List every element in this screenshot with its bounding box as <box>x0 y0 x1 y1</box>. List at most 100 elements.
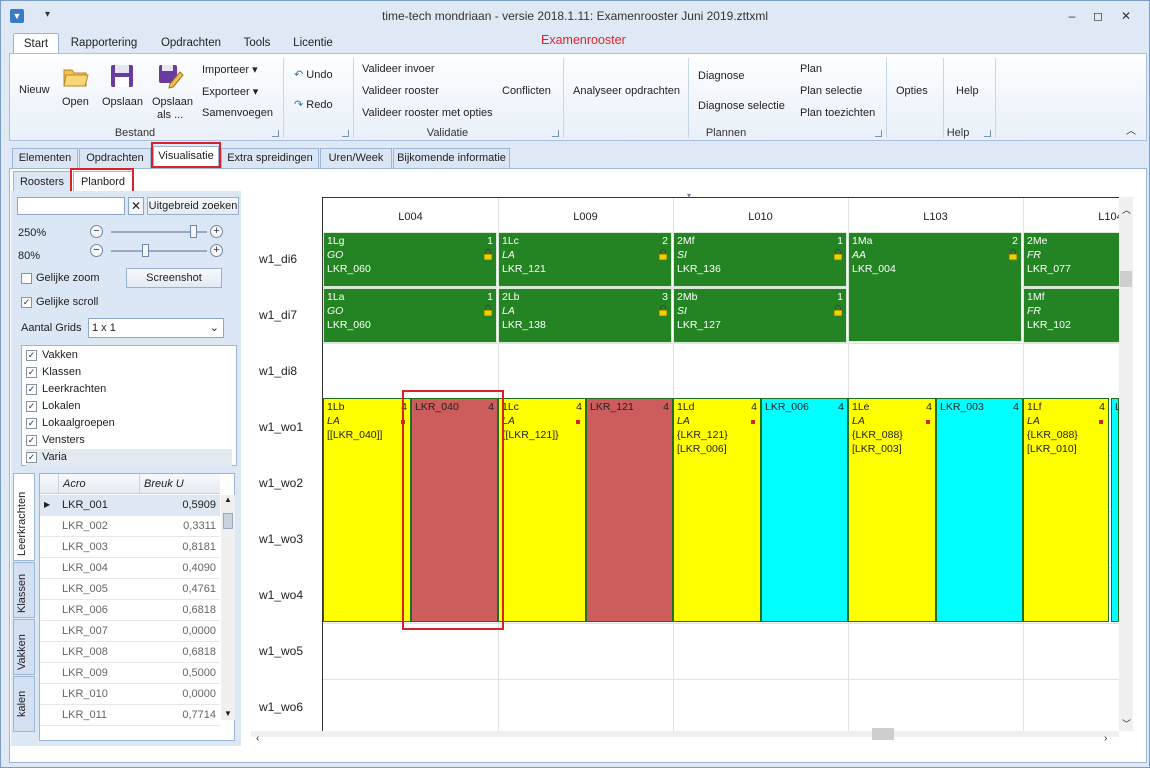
schedule-block[interactable]: 1Le 4 LA {LKR_088} [LKR_003] <box>848 398 936 622</box>
layer-item[interactable]: ✓ Lokaalgroepen <box>26 415 232 432</box>
zoom-in-icon[interactable]: + <box>210 225 223 238</box>
tab-opdrachten[interactable]: Opdrachten <box>79 148 151 168</box>
schedule-block[interactable]: LKR_121 4 <box>586 398 673 622</box>
validate-options-button[interactable]: Valideer rooster met opties <box>362 107 493 119</box>
column-header[interactable]: L010 <box>673 211 848 223</box>
row-header[interactable]: w1_wo4 <box>259 588 303 602</box>
column-header[interactable]: L009 <box>498 211 673 223</box>
zoom-slider-2[interactable] <box>111 250 207 252</box>
column-header[interactable]: L004 <box>323 211 498 223</box>
scroll-down-icon[interactable]: ▼ <box>224 709 232 718</box>
plan-button[interactable]: Plan <box>800 63 822 75</box>
layer-item[interactable]: ✓ Vakken <box>26 347 232 364</box>
schedule-block[interactable]: 1Lc 4 LA {[LKR_121]} <box>498 398 586 622</box>
tab-extra-spreidingen[interactable]: Extra spreidingen <box>221 148 319 168</box>
clear-search-button[interactable]: ✕ <box>128 197 144 215</box>
plan-selection-button[interactable]: Plan selectie <box>800 85 862 97</box>
layer-item[interactable]: ✓ Leerkrachten <box>26 381 232 398</box>
collapse-ribbon-icon[interactable]: ︿ <box>1126 122 1136 137</box>
schedule-block[interactable]: 1Ma 2 AA LKR_004 <box>848 232 1022 342</box>
dialog-launcher-icon[interactable] <box>272 130 279 137</box>
column-header[interactable]: L103 <box>848 211 1023 223</box>
ribbon-tab-licentie[interactable]: Licentie <box>289 33 337 53</box>
validate-input-button[interactable]: Valideer invoer <box>362 63 435 75</box>
subtab-roosters[interactable]: Roosters <box>13 171 71 192</box>
row-header[interactable]: w1_wo3 <box>259 532 303 546</box>
schedule-block[interactable]: 1Lc 2 LA LKR_121 <box>498 232 672 287</box>
import-button[interactable]: Importeer ▾ <box>202 63 258 76</box>
grid-scroll-thumb[interactable] <box>223 513 233 529</box>
table-row[interactable]: ▶ LKR_001 0,5909 <box>40 495 220 516</box>
vtab-leerkrachten[interactable]: Leerkrachten <box>13 473 35 561</box>
zoom-slider-1-thumb[interactable] <box>189 225 197 238</box>
table-row[interactable]: LKR_005 0,4761 <box>40 579 220 600</box>
schedule-block[interactable]: LKR_006 4 <box>761 398 848 622</box>
export-button[interactable]: Exporteer ▾ <box>202 85 258 98</box>
search-input[interactable] <box>17 197 125 215</box>
equal-zoom-checkbox[interactable] <box>21 273 32 284</box>
row-header[interactable]: w1_wo2 <box>259 476 303 490</box>
schedule-block[interactable]: 1Mf FR LKR_102 <box>1023 288 1123 343</box>
save-as-button-line1[interactable]: Opslaan <box>152 96 193 108</box>
row-header[interactable]: w1_di7 <box>259 308 297 322</box>
dialog-launcher-icon[interactable] <box>342 130 349 137</box>
table-row[interactable]: LKR_008 0,6818 <box>40 642 220 663</box>
row-header[interactable]: w1_di8 <box>259 364 297 378</box>
layer-item[interactable]: ✓ Vensters <box>26 432 232 449</box>
layer-item[interactable]: ✓ Klassen <box>26 364 232 381</box>
vtab-lokalen[interactable]: kalen <box>13 676 35 732</box>
merge-button[interactable]: Samenvoegen <box>202 107 273 119</box>
vtab-vakken[interactable]: Vakken <box>13 619 35 675</box>
scroll-right-icon[interactable]: › <box>1104 733 1107 744</box>
grids-select[interactable]: 1 x 1 ⌄ <box>88 318 224 338</box>
maximize-button[interactable]: ◻ <box>1085 7 1111 25</box>
row-header[interactable]: w1_di6 <box>259 252 297 266</box>
dialog-launcher-icon[interactable] <box>984 130 991 137</box>
zoom-slider-2-thumb[interactable] <box>141 244 149 257</box>
equal-scroll-checkbox[interactable]: ✓ <box>21 297 32 308</box>
zoom-out-icon[interactable]: − <box>90 244 103 257</box>
diagnose-selection-button[interactable]: Diagnose selectie <box>698 100 785 112</box>
table-row[interactable]: LKR_003 0,8181 <box>40 537 220 558</box>
layer-item[interactable]: ✓ Lokalen <box>26 398 232 415</box>
options-button[interactable]: Opties <box>896 85 928 97</box>
schedule-block[interactable]: L <box>1111 398 1119 622</box>
ribbon-tab-rapportering[interactable]: Rapportering <box>67 33 141 53</box>
analyse-assignments-button[interactable]: Analyseer opdrachten <box>573 85 680 97</box>
scroll-up-icon[interactable]: ▲ <box>224 495 232 504</box>
schedule-block[interactable]: 1Lb 4 LA [[LKR_040]] <box>323 398 411 622</box>
schedule-block[interactable]: 2Me FR LKR_077 <box>1023 232 1123 287</box>
table-row[interactable]: LKR_002 0,3311 <box>40 516 220 537</box>
column-header-acro[interactable]: Acro <box>58 474 139 494</box>
save-as-icon[interactable] <box>156 62 184 90</box>
table-row[interactable]: LKR_010 0,0000 <box>40 684 220 705</box>
schedule-block[interactable]: 1Lg 1 GO LKR_060 <box>323 232 497 287</box>
advanced-search-button[interactable]: Uitgebreid zoeken <box>147 197 239 215</box>
save-as-button-line2[interactable]: als ... <box>157 109 183 121</box>
scroll-left-icon[interactable]: ‹ <box>256 733 259 744</box>
open-button[interactable]: Open <box>62 96 89 108</box>
scroll-up-icon[interactable]: ︿ <box>1122 203 1131 216</box>
planner-hscroll[interactable] <box>251 728 1119 740</box>
plan-supervision-button[interactable]: Plan toezichten <box>800 107 875 119</box>
tab-uren-week[interactable]: Uren/Week <box>320 148 392 168</box>
grid-scrollbar[interactable]: ▲ ▼ <box>221 495 235 720</box>
table-row[interactable]: LKR_007 0,0000 <box>40 621 220 642</box>
schedule-block[interactable]: 2Mf 1 SI LKR_136 <box>673 232 847 287</box>
undo-button[interactable]: ↶ Undo <box>294 68 333 81</box>
ribbon-tab-opdrachten[interactable]: Opdrachten <box>156 33 226 53</box>
ribbon-tab-tools[interactable]: Tools <box>238 33 276 53</box>
scroll-down-icon[interactable]: ﹀ <box>1122 717 1131 730</box>
table-row[interactable]: LKR_009 0,5000 <box>40 663 220 684</box>
zoom-out-icon[interactable]: − <box>90 225 103 238</box>
layer-item[interactable]: ✓ Varia <box>26 449 232 466</box>
planner-vscroll[interactable]: ︿ ﹀ <box>1119 197 1133 731</box>
schedule-block[interactable]: 1La 1 GO LKR_060 <box>323 288 497 343</box>
new-button[interactable]: Nieuw <box>19 84 50 96</box>
schedule-block[interactable]: 1Ld 4 LA {LKR_121} [LKR_006] <box>673 398 761 622</box>
save-disk-icon[interactable] <box>108 62 136 90</box>
open-folder-icon[interactable] <box>62 62 90 90</box>
vtab-klassen[interactable]: Klassen <box>13 562 35 618</box>
planner-hscroll-thumb[interactable] <box>872 728 894 740</box>
screenshot-button[interactable]: Screenshot <box>126 268 222 288</box>
